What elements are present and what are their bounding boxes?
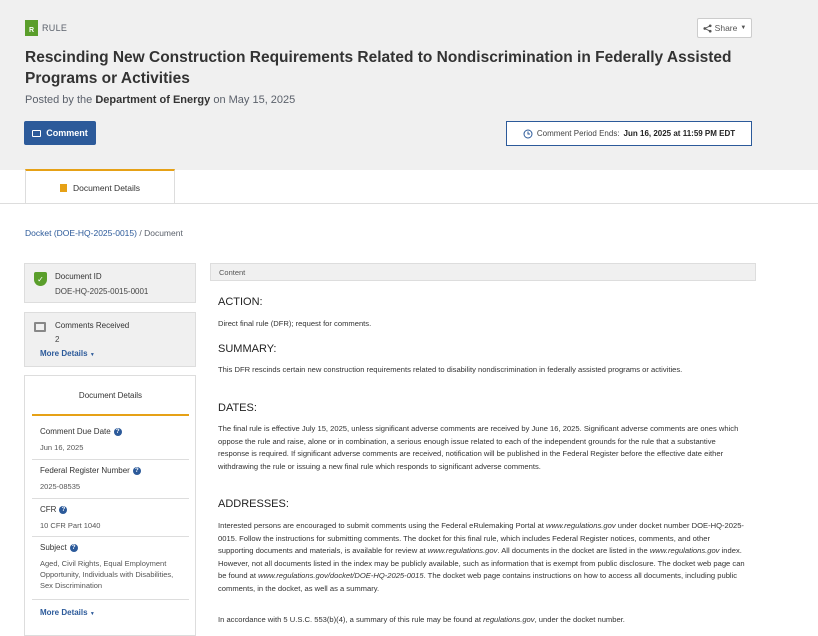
comment-period-box: Comment Period Ends: Jun 16, 2025 at 11:… — [506, 121, 752, 146]
comment-bubble-icon — [34, 322, 46, 332]
comment-period-label: Comment Period Ends: — [536, 129, 620, 138]
regulations-site-link[interactable]: www.regulations.gov — [650, 546, 720, 555]
more-details-link[interactable]: More Details ▼ — [40, 608, 95, 617]
addresses-text: Interested persons are encouraged to sub… — [218, 520, 746, 596]
field-comment-due-date: Comment Due Date? Jun 16, 2025 — [32, 427, 189, 460]
clock-icon — [523, 129, 533, 138]
rule-icon: R — [25, 20, 38, 36]
regulations-site-link[interactable]: www.regulations.gov — [546, 521, 616, 530]
breadcrumb-separator: / — [139, 228, 142, 238]
posted-by: Posted by the Department of Energy on Ma… — [25, 94, 295, 106]
tab-document-details[interactable]: Document Details — [25, 169, 175, 204]
help-icon[interactable]: ? — [113, 427, 122, 436]
addresses-heading: ADDRESSES: — [218, 498, 289, 510]
content-header: Content — [210, 263, 756, 281]
document-details-card: Document Details Comment Due Date? Jun 1… — [24, 375, 196, 636]
dates-text: The final rule is effective July 15, 202… — [218, 424, 739, 471]
field-label: CFR? — [40, 505, 68, 514]
caret-down-icon: ▼ — [89, 352, 95, 358]
addresses-text-part: Interested persons are encouraged to sub… — [218, 521, 546, 530]
comments-received-label: Comments Received — [55, 321, 130, 330]
comment-button[interactable]: Comment — [24, 121, 96, 145]
regulations-site-link[interactable]: regulations.gov — [483, 615, 535, 624]
field-label-text: Subject — [40, 543, 67, 552]
document-id-label: Document ID — [55, 272, 102, 281]
comment-button-label: Comment — [46, 128, 88, 138]
document-id-value: DOE-HQ-2025-0015-0001 — [55, 287, 149, 296]
field-value: 10 CFR Part 1040 — [40, 521, 101, 530]
field-label-text: Comment Due Date — [40, 427, 111, 436]
usc-text-part: In accordance with 5 U.S.C. 553(b)(4), a… — [218, 615, 484, 624]
shield-check-icon: ✓ — [34, 272, 47, 286]
document-id-card: ✓ Document ID DOE-HQ-2025-0015-0001 — [24, 263, 196, 303]
docket-page-link[interactable]: www.regulations.gov/docket/DOE-HQ-2025-0… — [258, 571, 423, 580]
action-heading: ACTION: — [218, 296, 263, 308]
addresses-text-part: . All documents in the docket are listed… — [497, 546, 650, 556]
field-label-text: CFR — [40, 505, 57, 514]
comments-received-value: 2 — [55, 335, 60, 344]
posted-date: on May 15, 2025 — [213, 94, 296, 106]
breadcrumb-current: Document — [144, 228, 183, 238]
dates-heading: DATES: — [218, 402, 257, 414]
comments-received-card: Comments Received 2 More Details ▼ — [24, 312, 196, 367]
field-label: Federal Register Number? — [40, 466, 141, 475]
posted-prefix: Posted by the — [25, 94, 93, 106]
field-label-text: Federal Register Number — [40, 466, 130, 475]
field-cfr: CFR? 10 CFR Part 1040 — [32, 505, 189, 537]
breadcrumb-docket-link[interactable]: Docket (DOE-HQ-2025-0015) — [25, 228, 137, 238]
breadcrumb: Docket (DOE-HQ-2025-0015) / Document — [25, 228, 183, 238]
document-icon — [59, 183, 67, 192]
comment-period-value: Jun 16, 2025 at 11:59 PM EDT — [623, 129, 736, 138]
field-value: Jun 16, 2025 — [40, 443, 84, 452]
page-title: Rescinding New Construction Requirements… — [25, 49, 732, 87]
field-value: Aged, Civil Rights, Equal Employment Opp… — [40, 559, 174, 590]
share-button[interactable]: Share ▼ — [697, 18, 752, 38]
action-text: Direct final rule (DFR); request for com… — [218, 319, 372, 328]
tab-label: Document Details — [72, 182, 141, 193]
help-icon[interactable]: ? — [69, 543, 78, 552]
field-federal-register-number: Federal Register Number? 2025-08535 — [32, 466, 189, 499]
field-subject: Subject? Aged, Civil Rights, Equal Emplo… — [32, 543, 189, 600]
summary-heading: SUMMARY: — [218, 343, 277, 355]
share-label: Share — [714, 23, 738, 33]
more-details-label: More Details — [40, 349, 88, 358]
comment-icon — [32, 129, 42, 137]
agency-link[interactable]: Department of Energy — [95, 94, 210, 106]
field-label: Subject? — [40, 543, 78, 552]
document-type-label: RULE — [42, 23, 68, 33]
caret-down-icon: ▼ — [740, 25, 747, 31]
summary-text: This DFR rescinds certain new constructi… — [218, 365, 683, 374]
usc-text-part: , under the docket number. — [534, 615, 625, 624]
caret-down-icon: ▼ — [89, 611, 95, 617]
field-label: Comment Due Date? — [40, 427, 122, 436]
tab-divider — [0, 203, 818, 204]
usc-text: In accordance with 5 U.S.C. 553(b)(4), a… — [218, 614, 746, 627]
details-card-title: Document Details — [32, 376, 189, 416]
field-value: 2025-08535 — [40, 482, 81, 491]
help-icon[interactable]: ? — [132, 466, 141, 475]
more-details-label: More Details — [40, 608, 88, 617]
regulations-site-link[interactable]: www.regulations.gov — [428, 546, 498, 555]
document-type: R RULE — [25, 20, 67, 36]
share-icon — [703, 23, 712, 33]
more-details-link[interactable]: More Details ▼ — [40, 349, 95, 358]
help-icon[interactable]: ? — [59, 505, 68, 514]
